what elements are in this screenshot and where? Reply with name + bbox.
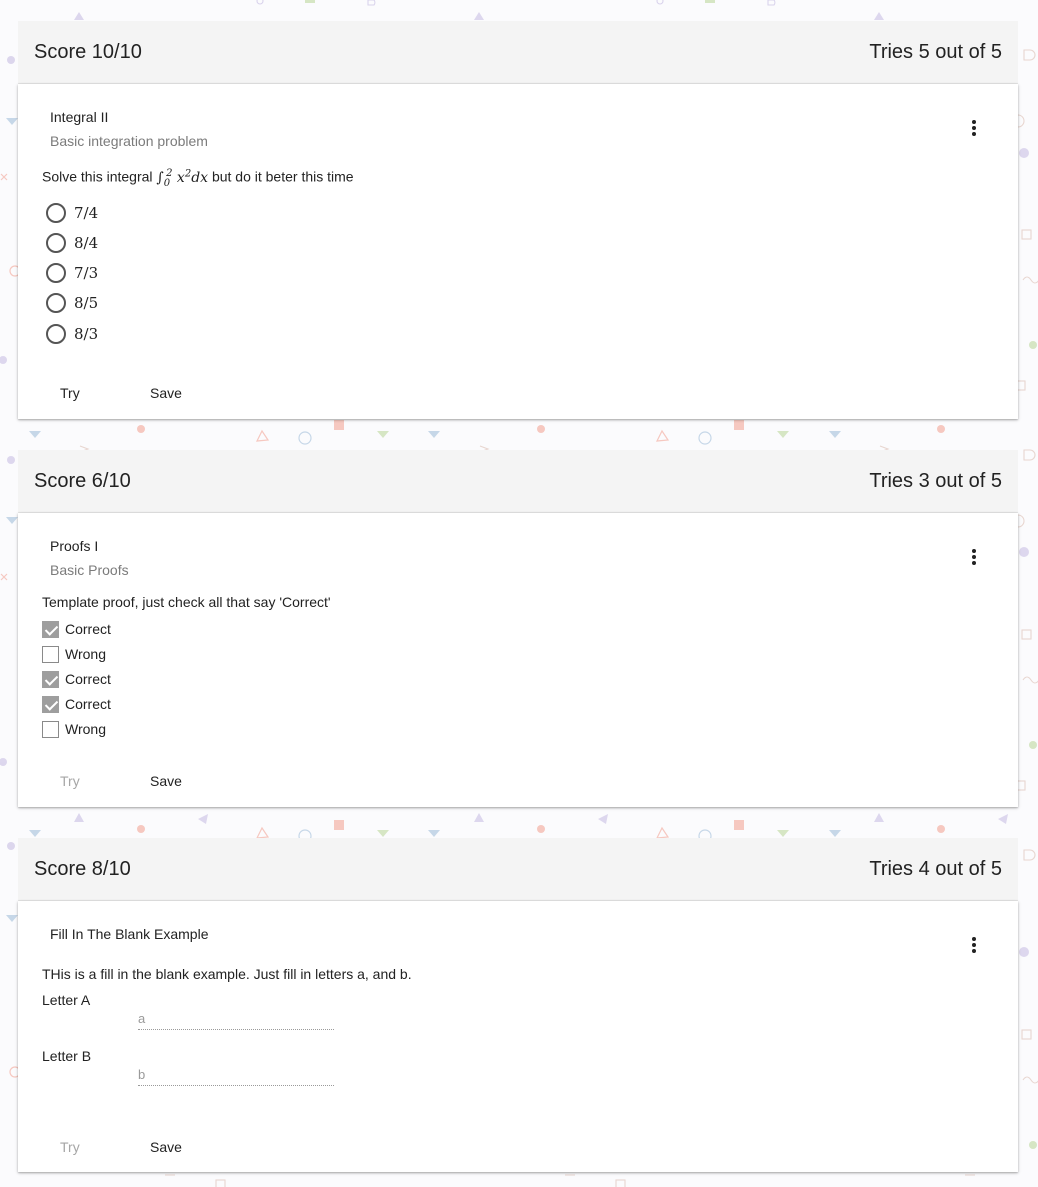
score-bar: Score 6/10 Tries 3 out of 5 — [18, 450, 1018, 513]
option-label: 8/3 — [74, 325, 99, 343]
save-button[interactable]: Save — [150, 385, 182, 401]
score-bar: Score 8/10 Tries 4 out of 5 — [18, 838, 1018, 901]
option-label: Wrong — [65, 721, 106, 737]
option-label: Correct — [65, 671, 111, 687]
option-label: Correct — [65, 621, 111, 637]
question-text: Template proof, just check all that say … — [42, 594, 331, 610]
radio-unchecked-icon[interactable] — [46, 203, 66, 223]
question-text-pre: Solve this integral — [42, 168, 153, 185]
field-label-a: Letter A — [42, 992, 91, 1008]
checkbox-checked-icon[interactable] — [42, 620, 59, 638]
tries-text: Tries 5 out of 5 — [869, 40, 1002, 63]
question-text: THis is a fill in the blank example. Jus… — [42, 966, 412, 982]
more-vert-icon[interactable] — [964, 549, 984, 569]
question-text: Solve this integral ∫02 x2dx but do it b… — [42, 168, 354, 188]
radio-unchecked-icon[interactable] — [46, 263, 66, 283]
try-button[interactable]: Try — [60, 773, 80, 789]
question-card: Integral II Basic integration problem So… — [18, 84, 1018, 419]
try-button[interactable]: Try — [60, 1139, 80, 1155]
score-bar: Score 10/10 Tries 5 out of 5 — [18, 21, 1018, 84]
option-label: 7/4 — [74, 204, 99, 222]
radio-unchecked-icon[interactable] — [46, 233, 66, 253]
question-panel-fill-blank: Score 8/10 Tries 4 out of 5 Fill In The … — [18, 838, 1018, 1172]
radio-option[interactable]: 7/4 — [46, 202, 98, 224]
card-subtitle: Basic Proofs — [50, 562, 129, 578]
checkbox-option[interactable]: Correct — [42, 619, 111, 639]
checkbox-option[interactable]: Wrong — [42, 644, 106, 664]
more-vert-icon[interactable] — [964, 120, 984, 140]
checkbox-option[interactable]: Correct — [42, 669, 111, 689]
tries-text: Tries 4 out of 5 — [869, 857, 1002, 880]
option-label: Wrong — [65, 646, 106, 662]
checkbox-unchecked-icon[interactable] — [42, 720, 59, 738]
radio-option[interactable]: 8/4 — [46, 232, 98, 254]
question-panel-integral: Score 10/10 Tries 5 out of 5 Integral II… — [18, 21, 1018, 419]
option-label: 8/4 — [74, 234, 99, 252]
radio-option[interactable]: 8/3 — [46, 323, 98, 345]
card-title: Integral II — [50, 109, 109, 125]
question-text-post: but do it beter this time — [211, 168, 354, 185]
save-button[interactable]: Save — [150, 773, 182, 789]
option-label: 8/5 — [74, 294, 99, 312]
option-label: Correct — [65, 696, 111, 712]
more-vert-icon[interactable] — [964, 937, 984, 957]
radio-unchecked-icon[interactable] — [46, 293, 66, 313]
checkbox-checked-icon[interactable] — [42, 695, 59, 713]
checkbox-option[interactable]: Correct — [42, 694, 111, 714]
radio-option[interactable]: 8/5 — [46, 292, 98, 314]
blank-input-a[interactable] — [138, 1007, 334, 1030]
score-text: Score 6/10 — [34, 469, 131, 492]
try-button[interactable]: Try — [60, 385, 80, 401]
integral-expression: ∫02 x2dx — [156, 168, 209, 189]
score-text: Score 10/10 — [34, 40, 142, 63]
option-label: 7/3 — [74, 264, 99, 282]
score-text: Score 8/10 — [34, 857, 131, 880]
field-label-b: Letter B — [42, 1048, 92, 1064]
checkbox-unchecked-icon[interactable] — [42, 645, 59, 663]
checkbox-checked-icon[interactable] — [42, 670, 59, 688]
question-panel-proofs: Score 6/10 Tries 3 out of 5 Proofs I Bas… — [18, 450, 1018, 807]
card-title: Fill In The Blank Example — [50, 926, 209, 942]
card-subtitle: Basic integration problem — [50, 133, 208, 149]
card-title: Proofs I — [50, 538, 99, 554]
question-card: Fill In The Blank Example THis is a fill… — [18, 901, 1018, 1172]
save-button[interactable]: Save — [150, 1139, 182, 1155]
blank-input-b[interactable] — [138, 1063, 334, 1086]
checkbox-option[interactable]: Wrong — [42, 719, 106, 739]
radio-unchecked-icon[interactable] — [46, 324, 66, 344]
tries-text: Tries 3 out of 5 — [869, 469, 1002, 492]
radio-option[interactable]: 7/3 — [46, 262, 98, 284]
question-card: Proofs I Basic Proofs Template proof, ju… — [18, 513, 1018, 807]
